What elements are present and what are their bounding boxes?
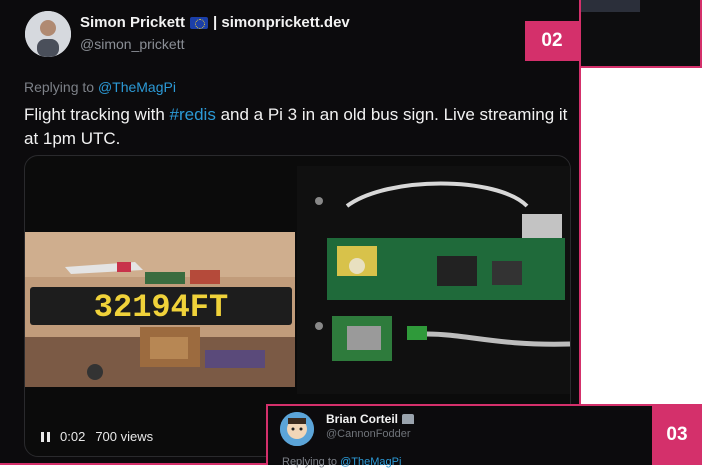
reply-replying-mention-link[interactable]: @TheMagPi [340, 456, 401, 468]
author-website: | simonprickett.dev [213, 14, 350, 31]
circuit-board-illustration [297, 166, 570, 394]
author-name[interactable]: Simon Prickett [80, 14, 185, 31]
tweet-text: Flight tracking with #redis and a Pi 3 i… [24, 103, 572, 151]
person-avatar-icon [25, 11, 71, 57]
tweet-card: Simon Prickett | simonprickett.dev @simo… [0, 0, 581, 465]
bus-sign-photo: 32194FT [25, 232, 295, 387]
eu-flag-icon [190, 16, 209, 29]
pause-icon[interactable] [41, 431, 50, 442]
reply-replying-to-line: Replying to @TheMagPi [282, 456, 401, 468]
led-readout: 32194FT [94, 289, 228, 326]
figure-badge-02: 02 [525, 21, 579, 61]
figure-badge-03: 03 [652, 405, 702, 465]
author-name-row[interactable]: Simon Prickett | simonprickett.dev [80, 14, 350, 31]
replying-mention-link[interactable]: @TheMagPi [98, 79, 176, 95]
reply-tweet-card: Brian Corteil @CannonFodder Replying to … [266, 404, 702, 468]
video-time: 0:02 [60, 429, 86, 444]
replying-to-line: Replying to @TheMagPi [24, 79, 176, 95]
circuit-board-photo [297, 166, 570, 394]
bus-sign-illustration: 32194FT [25, 232, 295, 387]
avatar[interactable] [25, 11, 71, 57]
replying-prefix: Replying to [24, 79, 95, 95]
reply-avatar[interactable] [280, 412, 314, 446]
video-controls: 0:02 700 views [41, 429, 153, 444]
reply-author-handle[interactable]: @CannonFodder [326, 428, 411, 440]
building-icon [402, 414, 415, 424]
author-handle[interactable]: @simon_prickett [80, 36, 184, 52]
video-views: 700 views [95, 429, 154, 444]
previous-tweet-card-fragment [560, 0, 702, 68]
tweet-text-start: Flight tracking with [24, 105, 165, 124]
reply-author-name[interactable]: Brian Corteil [326, 412, 398, 426]
cartoon-avatar-icon [280, 412, 314, 446]
hashtag-link[interactable]: #redis [170, 105, 216, 124]
reply-replying-prefix: Replying to [282, 456, 338, 468]
reply-author-row[interactable]: Brian Corteil [326, 412, 415, 426]
